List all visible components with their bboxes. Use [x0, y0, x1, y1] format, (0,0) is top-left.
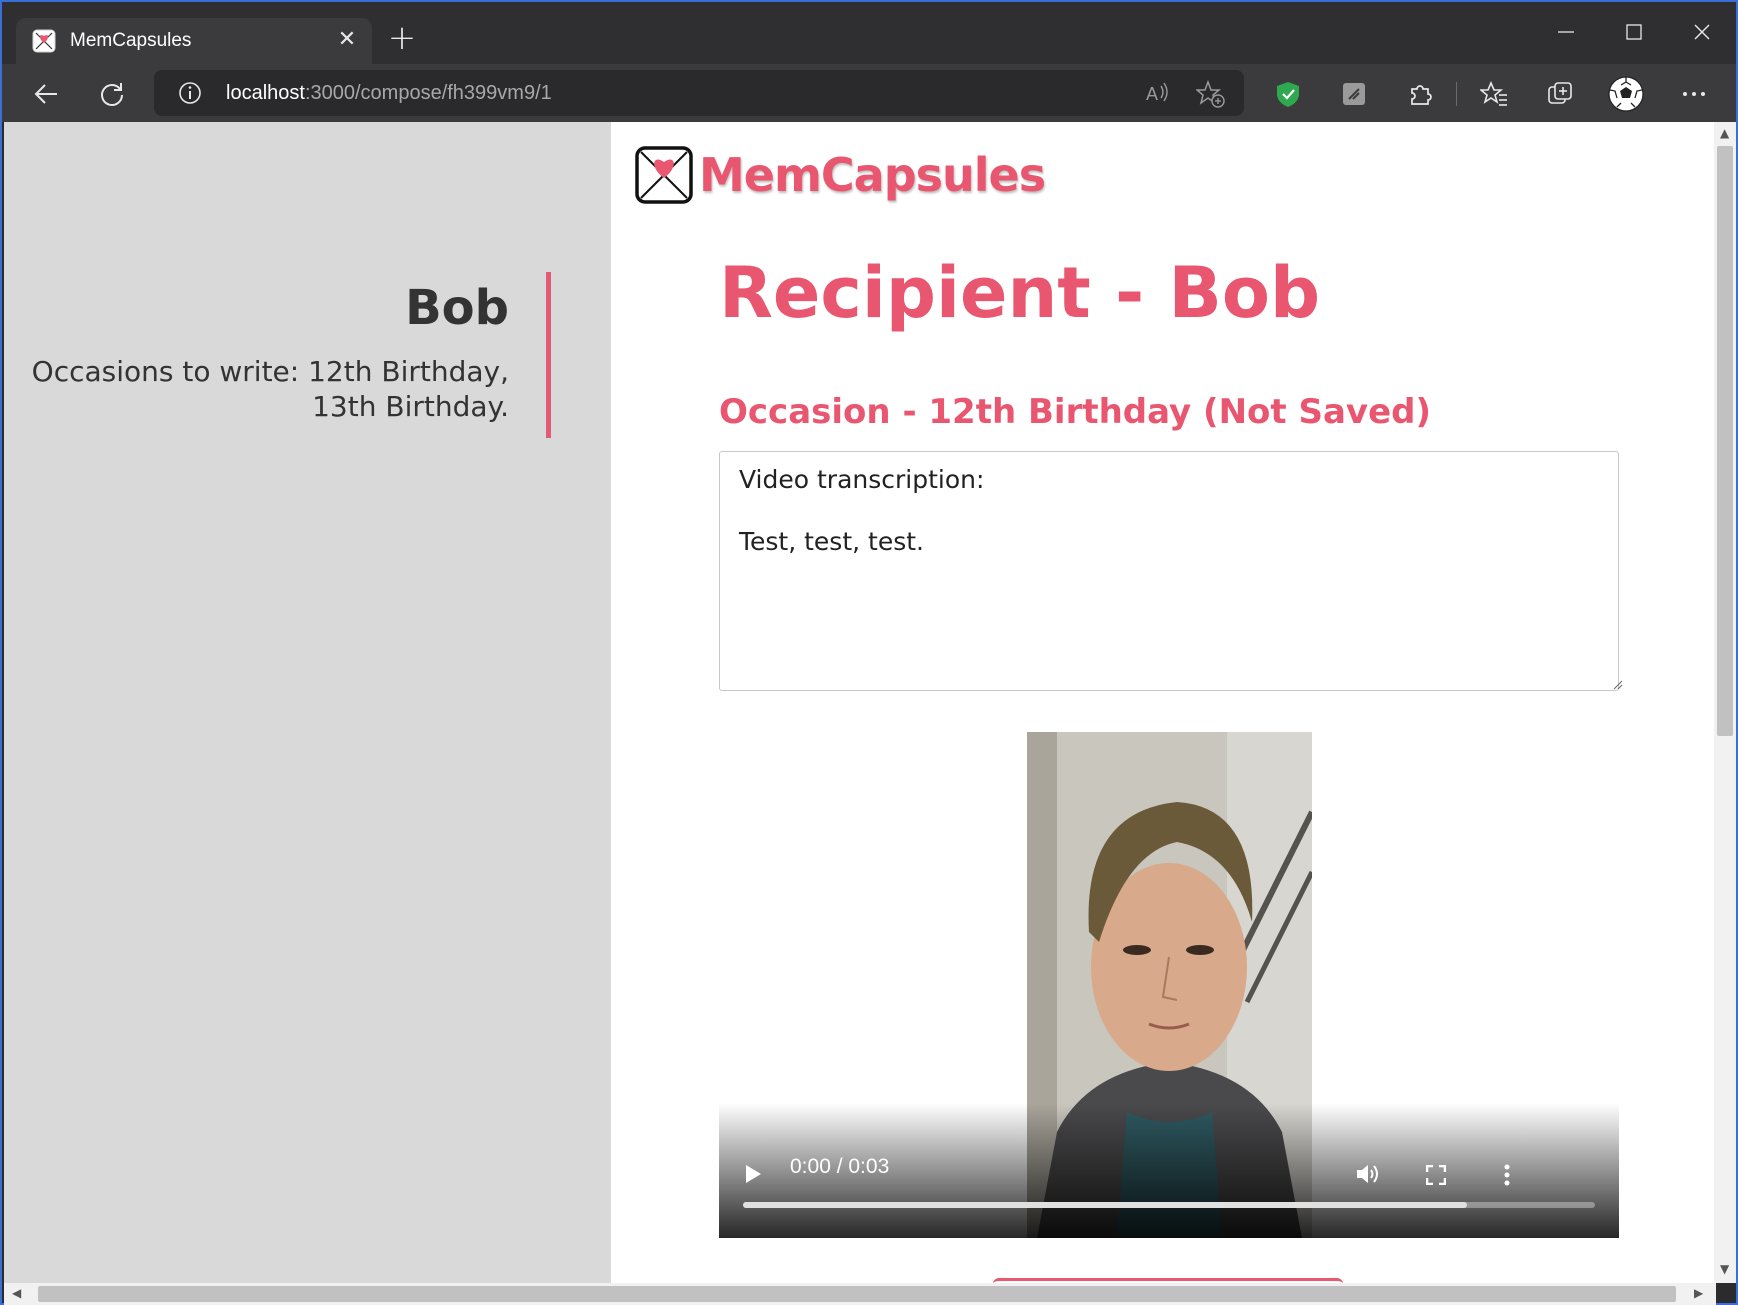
logo-text: MemCapsules [699, 148, 1046, 202]
puzzle-piece-icon [1411, 85, 1432, 105]
memcapsules-logo-icon [635, 146, 693, 204]
address-bar[interactable]: localhost:3000/compose/fh399vm9/1 A [154, 70, 1244, 116]
vertical-scroll-thumb[interactable] [1717, 146, 1733, 736]
back-button[interactable] [28, 76, 64, 112]
fullscreen-button[interactable] [1421, 1160, 1451, 1190]
shield-extension-button[interactable] [1270, 76, 1306, 112]
volume-icon [1357, 1165, 1378, 1183]
collections-icon [1548, 82, 1572, 104]
more-dots-icon [1683, 92, 1705, 96]
recipient-sidebar: Bob Occasions to write: 12th Birthday, 1… [4, 122, 611, 1283]
browser-tab[interactable]: MemCapsules ✕ [16, 18, 372, 64]
tab-strip: MemCapsules ✕ + [2, 2, 1736, 64]
compose-main: MemCapsules Recipient - Bob Occasion - 1… [611, 122, 1716, 1283]
horizontal-scrollbar[interactable]: ◀ ▶ [4, 1283, 1716, 1305]
read-aloud-icon[interactable]: A [1144, 80, 1172, 106]
recipient-accent-bar [546, 272, 551, 438]
soccer-ball-avatar-icon [1608, 76, 1644, 112]
fullscreen-icon [1426, 1165, 1446, 1185]
extensions-button[interactable] [1402, 76, 1438, 112]
window-close-button[interactable] [1679, 12, 1725, 52]
settings-more-button[interactable] [1676, 76, 1712, 112]
browser-window: MemCapsules ✕ + localhost:3000/compose/f… [0, 0, 1738, 1305]
occasion-title: Occasion - 12th Birthday (Not Saved) [719, 392, 1432, 432]
profile-button[interactable] [1608, 76, 1644, 112]
occasions-text: Occasions to write: 12th Birthday, 13th … [9, 354, 509, 424]
toolbar-divider [1456, 82, 1457, 106]
favorites-star-icon [1480, 81, 1507, 106]
horizontal-scroll-thumb[interactable] [38, 1286, 1676, 1302]
app-logo[interactable]: MemCapsules [635, 146, 1046, 204]
minimize-button[interactable] [1543, 12, 1589, 52]
recipient-name: Bob [405, 280, 509, 336]
collections-button[interactable] [1542, 76, 1578, 112]
play-button[interactable] [739, 1160, 767, 1188]
add-favorite-icon[interactable] [1196, 80, 1226, 108]
memcapsules-favicon-icon [32, 29, 56, 53]
site-info-icon[interactable] [178, 81, 202, 105]
textarea-resize-grip-icon[interactable] [1611, 678, 1623, 690]
refresh-icon [101, 83, 123, 106]
video-options-button[interactable] [1495, 1160, 1519, 1190]
maximize-button[interactable] [1611, 12, 1657, 52]
occasions-line-1: Occasions to write: 12th Birthday, [31, 355, 509, 388]
shield-check-icon [1277, 82, 1299, 107]
new-tab-button[interactable]: + [386, 21, 418, 55]
video-progress-bar[interactable] [743, 1202, 1595, 1208]
notes-extension-icon [1343, 83, 1365, 105]
scroll-left-arrow-icon[interactable]: ◀ [12, 1286, 21, 1300]
notes-extension-button[interactable] [1336, 76, 1372, 112]
video-player[interactable]: 0:00 / 0:03 [719, 732, 1619, 1238]
scroll-down-arrow-icon[interactable]: ▼ [1720, 1262, 1729, 1276]
page-viewport: Bob Occasions to write: 12th Birthday, 1… [4, 122, 1716, 1283]
vertical-dots-icon [1504, 1164, 1510, 1186]
svg-text:A: A [1146, 84, 1158, 104]
transcription-textarea[interactable]: Video transcription: Test, test, test. [719, 451, 1619, 691]
page-title: Recipient - Bob [719, 252, 1321, 334]
url-host: localhost [226, 82, 305, 104]
minimize-icon [1558, 31, 1574, 33]
tab-close-icon[interactable]: ✕ [334, 27, 360, 53]
video-buffered-fill [743, 1202, 1468, 1208]
mute-button[interactable] [1351, 1158, 1385, 1190]
occasions-line-2: 13th Birthday. [312, 390, 509, 423]
maximize-icon [1626, 24, 1642, 40]
vertical-scrollbar[interactable]: ▲ ▼ [1714, 122, 1736, 1283]
url-path: :3000/compose/fh399vm9/1 [304, 82, 552, 104]
video-time: 0:00 / 0:03 [790, 1155, 890, 1178]
window-close-icon [1694, 24, 1710, 40]
back-arrow-icon [34, 84, 57, 104]
scroll-right-arrow-icon[interactable]: ▶ [1694, 1286, 1703, 1300]
url-text[interactable]: localhost:3000/compose/fh399vm9/1 [226, 82, 552, 105]
favorites-button[interactable] [1476, 76, 1512, 112]
play-icon [746, 1165, 761, 1183]
scroll-up-arrow-icon[interactable]: ▲ [1720, 126, 1729, 140]
refresh-button[interactable] [94, 76, 130, 112]
browser-toolbar: localhost:3000/compose/fh399vm9/1 A [2, 64, 1736, 122]
tab-title: MemCapsules [70, 30, 192, 51]
